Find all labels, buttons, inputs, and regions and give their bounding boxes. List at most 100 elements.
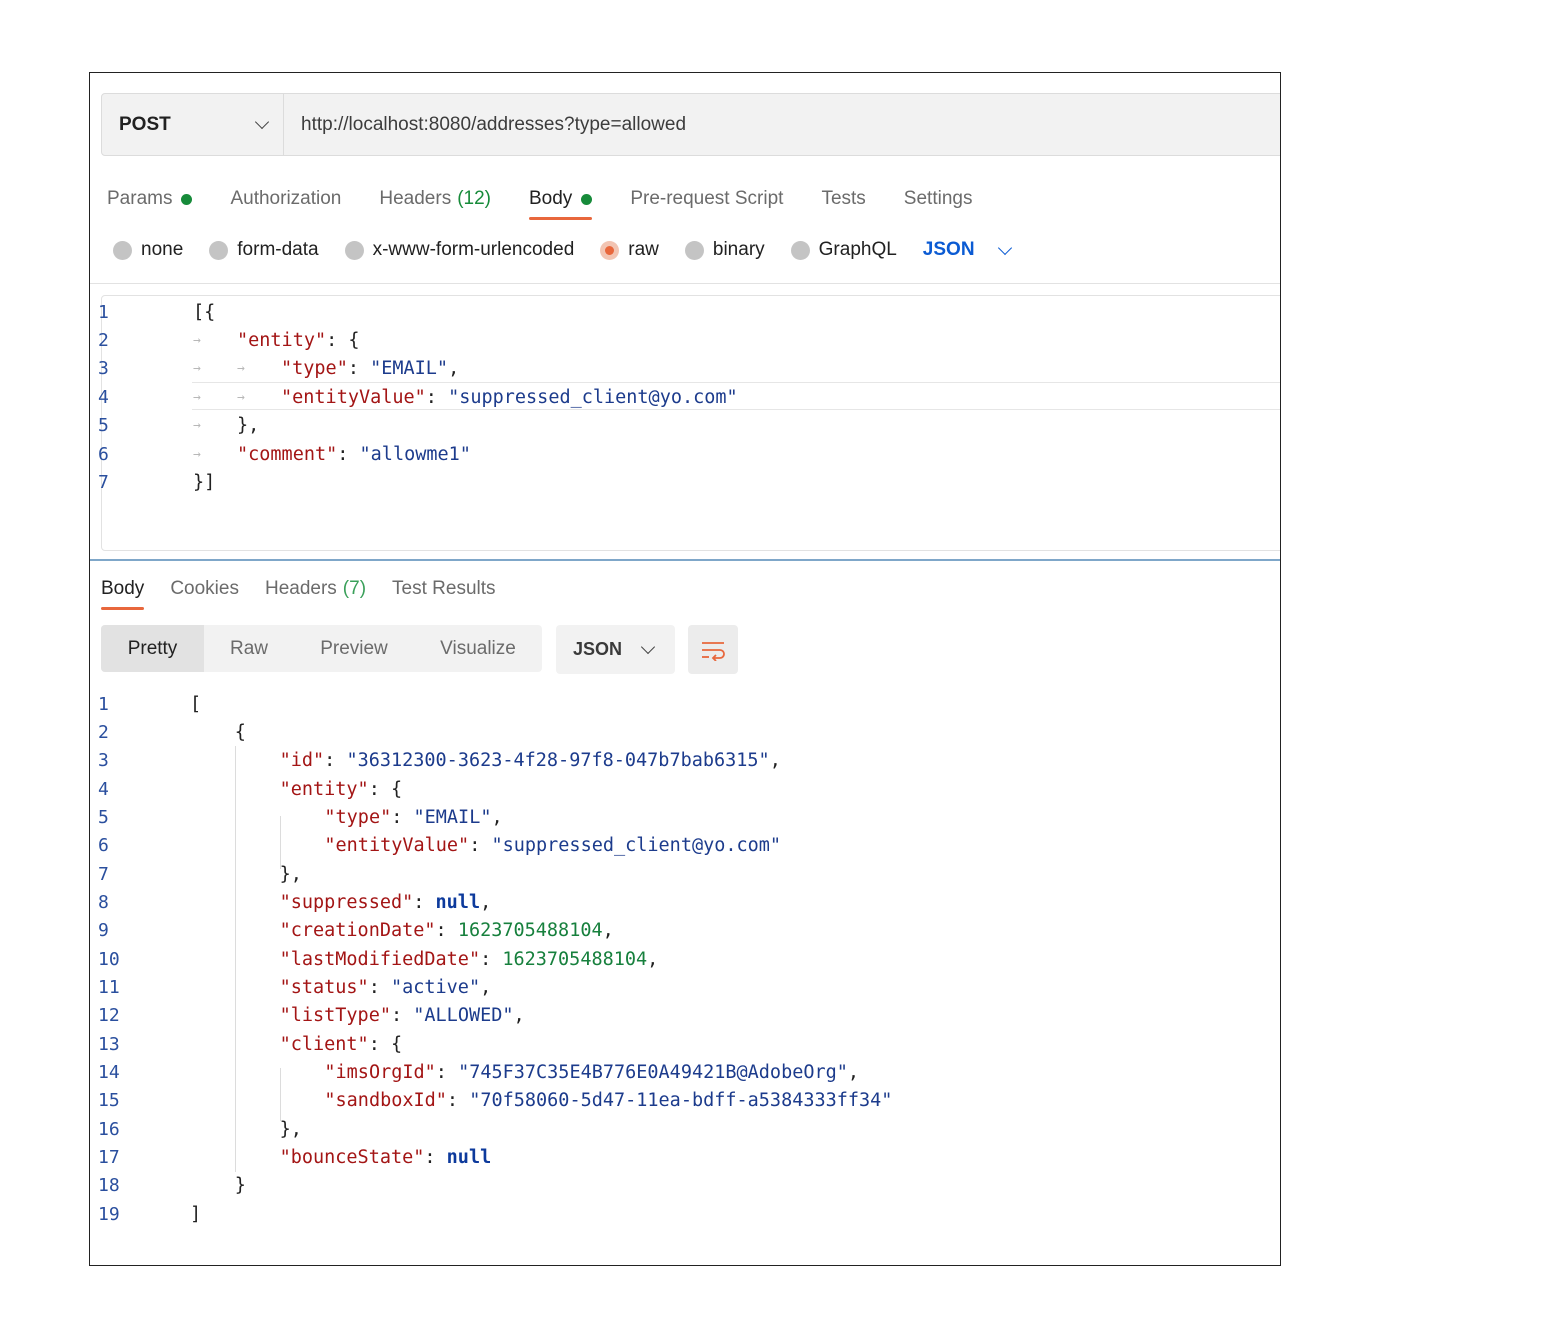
status-dot bbox=[181, 193, 193, 205]
pane-divider[interactable] bbox=[90, 559, 1280, 561]
tab-response-body[interactable]: Body bbox=[101, 570, 145, 610]
url-input[interactable]: http://localhost:8080/addresses?type=all… bbox=[284, 94, 1280, 155]
code-line: "comment": "allowme1" bbox=[237, 440, 471, 468]
headers-count: (7) bbox=[342, 578, 367, 599]
code-token: } bbox=[234, 1175, 246, 1197]
code-line: "imsOrgId": "745F37C35E4B776E0A49421B@Ad… bbox=[324, 1059, 859, 1087]
divider bbox=[90, 283, 1280, 284]
indent-arrow-icon: → bbox=[237, 361, 245, 377]
response-body-viewer[interactable]: 1 [2 {3 "id": "36312300-3623-4f28-97f8-047b… bbox=[90, 688, 1280, 1248]
code-line: ] bbox=[190, 1200, 201, 1228]
language-label: JSON bbox=[922, 239, 975, 260]
code-token: null bbox=[435, 891, 481, 913]
line-number: 5 bbox=[98, 806, 109, 828]
radio-graphql[interactable]: GraphQL bbox=[790, 239, 897, 261]
tab-params[interactable]: Params bbox=[107, 179, 193, 219]
tab-cookies[interactable]: Cookies bbox=[170, 570, 239, 608]
tab-label: Body bbox=[529, 188, 573, 209]
code-token: : bbox=[324, 750, 347, 772]
tab-body[interactable]: Body bbox=[529, 179, 593, 220]
code-token: }] bbox=[193, 471, 216, 493]
line-number: 4 bbox=[98, 778, 109, 800]
tab-test-results[interactable]: Test Results bbox=[392, 570, 495, 608]
radio-none[interactable]: none bbox=[113, 239, 183, 261]
code-token: : { bbox=[326, 329, 360, 351]
code-line: "type": "EMAIL", bbox=[324, 803, 502, 831]
radio-label: form-data bbox=[237, 239, 319, 260]
radio-x-www-form-urlencoded[interactable]: x-www-form-urlencoded bbox=[344, 239, 575, 261]
view-mode-pretty[interactable]: Pretty bbox=[101, 625, 204, 672]
code-line: "client": { bbox=[280, 1030, 403, 1058]
tab-tests[interactable]: Tests bbox=[821, 179, 865, 219]
indent-arrow-icon: → bbox=[193, 446, 201, 462]
indent-arrow-icon: → bbox=[193, 418, 201, 434]
request-panel: POST http://localhost:8080/addresses?typ… bbox=[89, 72, 1281, 1266]
headers-count: (12) bbox=[457, 188, 491, 209]
status-dot bbox=[581, 193, 593, 205]
code-token: "listType" bbox=[279, 1005, 391, 1027]
view-mode-visualize[interactable]: Visualize bbox=[414, 625, 542, 672]
radio-circle bbox=[344, 240, 364, 260]
code-token: , bbox=[480, 891, 492, 913]
indent-arrow-icon: → bbox=[193, 332, 201, 348]
code-token: "allowme1" bbox=[359, 443, 471, 465]
code-token: "EMAIL" bbox=[413, 806, 492, 828]
tab-headers[interactable]: Headers (12) bbox=[379, 179, 491, 219]
tab-response-headers[interactable]: Headers (7) bbox=[265, 570, 366, 608]
code-token: , bbox=[602, 920, 614, 942]
line-number: 10 bbox=[98, 948, 120, 970]
radio-form-data[interactable]: form-data bbox=[209, 239, 319, 261]
code-line: }, bbox=[280, 860, 302, 888]
code-token: : bbox=[347, 358, 371, 380]
line-number: 3 bbox=[98, 750, 109, 772]
code-token: [ bbox=[190, 693, 202, 715]
radio-circle bbox=[113, 240, 132, 260]
line-number: 11 bbox=[98, 977, 120, 998]
code-token: , bbox=[448, 358, 460, 380]
code-token: : bbox=[469, 835, 492, 857]
line-number: 1 bbox=[98, 301, 109, 323]
code-line: [{ bbox=[193, 298, 215, 326]
tab-settings[interactable]: Settings bbox=[904, 179, 973, 219]
line-number: 5 bbox=[98, 415, 109, 437]
code-token: : bbox=[337, 443, 360, 465]
wrap-lines-button[interactable] bbox=[688, 625, 738, 674]
code-token: , bbox=[647, 948, 659, 970]
code-token: "comment" bbox=[237, 443, 338, 465]
view-mode-raw[interactable]: Raw bbox=[204, 625, 294, 672]
radio-label: x-www-form-urlencoded bbox=[372, 239, 575, 260]
tab-label: Pre-request Script bbox=[630, 188, 784, 209]
radio-circle bbox=[600, 240, 620, 260]
radio-binary[interactable]: binary bbox=[684, 239, 765, 261]
code-token: : bbox=[425, 386, 449, 408]
radio-label: none bbox=[141, 239, 184, 260]
language-select[interactable]: JSON bbox=[922, 239, 1012, 261]
line-number: 18 bbox=[98, 1175, 120, 1197]
tab-authorization[interactable]: Authorization bbox=[230, 179, 341, 219]
code-token: : { bbox=[368, 1033, 403, 1055]
code-line: "entity": { bbox=[280, 775, 403, 803]
line-number: 9 bbox=[98, 920, 109, 942]
code-token: "sandboxId" bbox=[324, 1090, 447, 1112]
tab-label: Test Results bbox=[392, 578, 496, 599]
code-token: : bbox=[446, 1090, 470, 1112]
code-line: "status": "active", bbox=[280, 974, 492, 1002]
line-number: 7 bbox=[98, 863, 109, 885]
code-token: : bbox=[435, 920, 458, 942]
code-line: "entity": { bbox=[237, 326, 360, 354]
code-token: "entityValue" bbox=[281, 386, 426, 408]
request-body-editor[interactable]: 1 [{2 "entity": {3 "type": "EMAIL", 4 "entity… bbox=[98, 295, 1280, 551]
tab-label: Headers bbox=[264, 578, 337, 599]
code-line: "listType": "ALLOWED", bbox=[280, 1002, 525, 1030]
code-token: : { bbox=[368, 778, 403, 800]
radio-raw[interactable]: raw bbox=[600, 239, 659, 261]
view-mode-toggle: Pretty Raw Preview Visualize bbox=[101, 625, 542, 672]
line-number: 16 bbox=[98, 1118, 120, 1140]
code-token: "status" bbox=[279, 977, 369, 998]
response-format-select[interactable]: JSON bbox=[556, 625, 675, 674]
tab-pre-request-script[interactable]: Pre-request Script bbox=[630, 179, 783, 219]
code-token: "36312300-3623-4f28-97f8-047b7bab6315" bbox=[346, 750, 770, 772]
method-select[interactable]: POST bbox=[102, 94, 284, 155]
line-number: 12 bbox=[98, 1005, 120, 1027]
view-mode-preview[interactable]: Preview bbox=[294, 625, 414, 672]
